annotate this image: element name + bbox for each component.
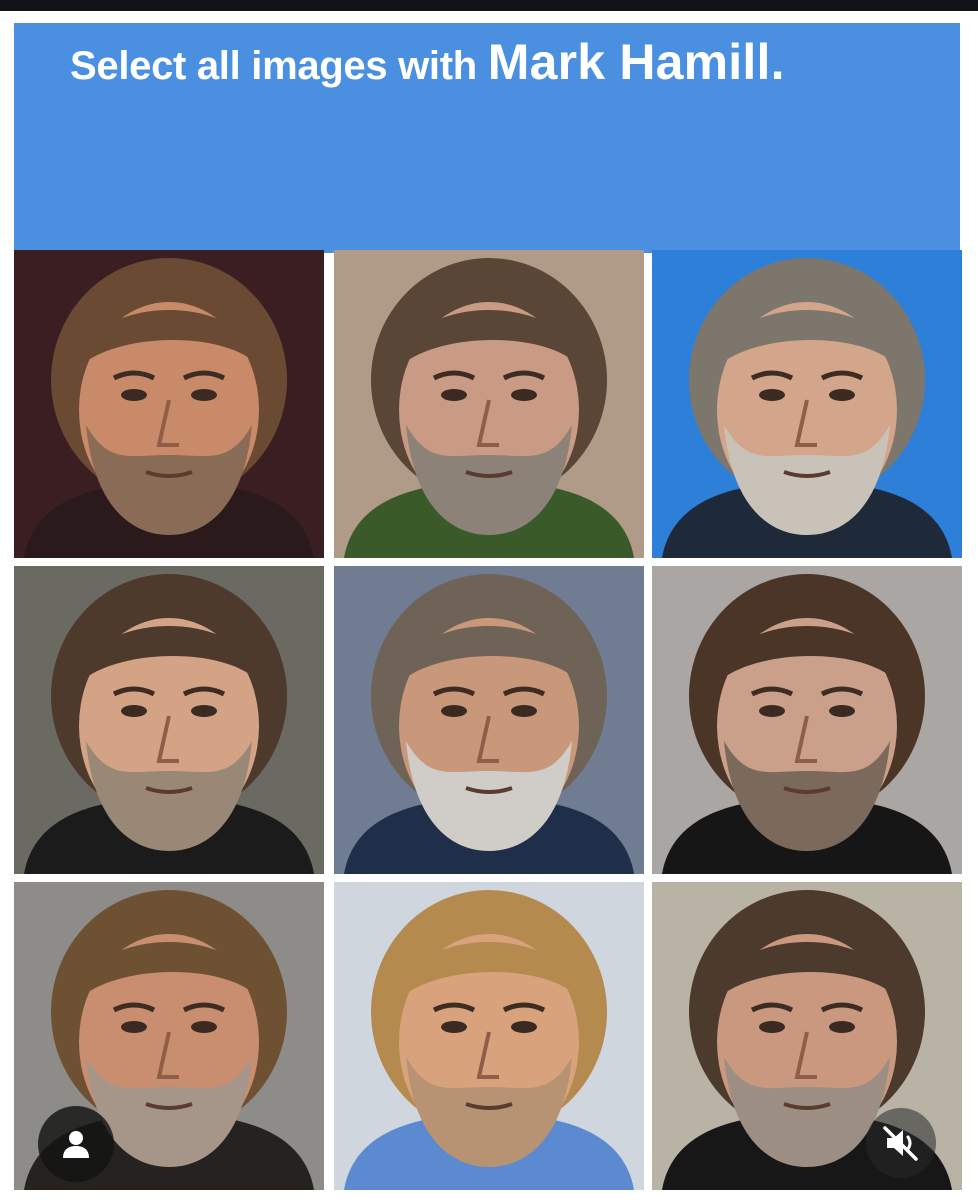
portrait-photo (334, 250, 644, 558)
top-status-bar (0, 0, 978, 11)
instruction-target: Mark Hamill. (487, 34, 785, 90)
profile-button[interactable] (38, 1106, 114, 1182)
captcha-tile-4[interactable] (14, 566, 324, 874)
captcha-instruction: Select all images with Mark Hamill. (70, 37, 785, 87)
mute-button[interactable] (866, 1108, 936, 1178)
portrait-photo (14, 250, 324, 558)
portrait-photo (334, 882, 644, 1190)
captcha-header: Select all images with Mark Hamill. (14, 23, 960, 253)
captcha-tile-5[interactable] (334, 566, 644, 874)
portrait-photo (652, 566, 962, 874)
portrait-photo (14, 566, 324, 874)
instruction-prefix: Select all images with (70, 44, 488, 88)
portrait-photo (334, 566, 644, 874)
captcha-image-grid (14, 250, 962, 1194)
portrait-photo (652, 250, 962, 558)
speaker-muted-icon (883, 1126, 918, 1161)
person-icon (63, 1131, 89, 1158)
captcha-tile-1[interactable] (14, 250, 324, 558)
captcha-tile-3[interactable] (652, 250, 962, 558)
captcha-tile-2[interactable] (334, 250, 644, 558)
captcha-tile-6[interactable] (652, 566, 962, 874)
captcha-tile-8[interactable] (334, 882, 644, 1190)
